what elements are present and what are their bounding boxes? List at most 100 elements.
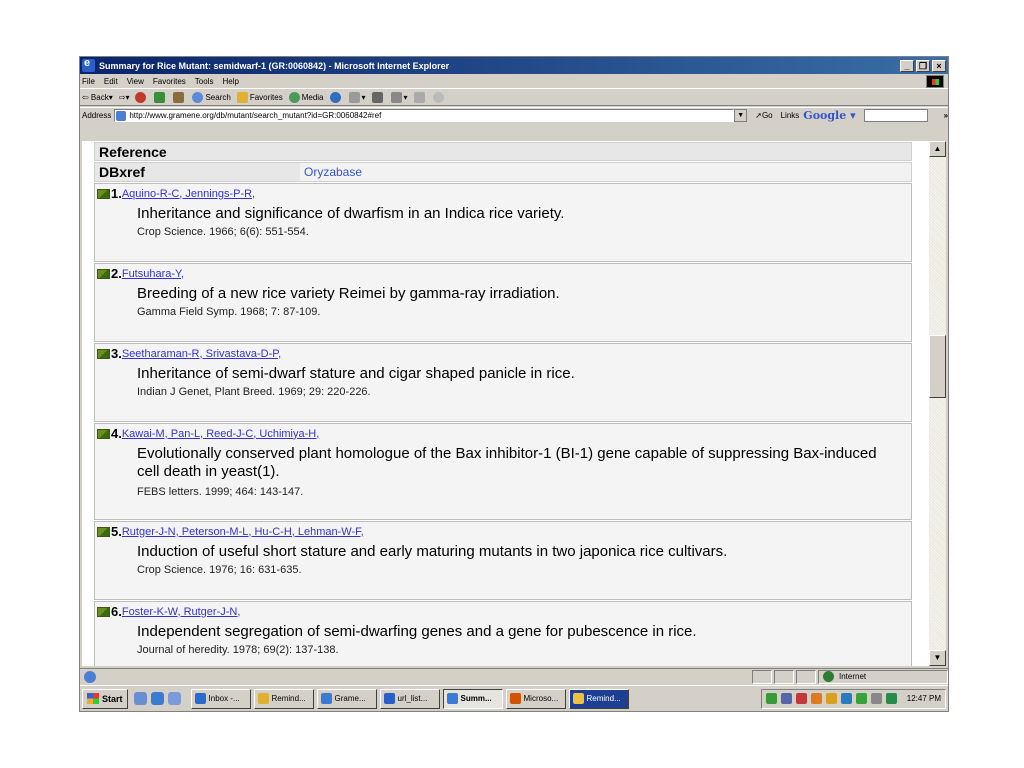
tray-security-icon[interactable] (795, 693, 807, 704)
entry-authors-link[interactable]: Foster-K-W, Rutger-J-N, (122, 606, 241, 618)
reference-entry: 3. Seetharaman-R, Srivastava-D-P, Inheri… (94, 343, 912, 422)
entry-citation: Crop Science. 1966; 6(6): 551-554. (137, 226, 309, 238)
clock[interactable]: 12:47 PM (907, 694, 941, 703)
history-button[interactable] (329, 92, 343, 103)
title-bar[interactable]: Summary for Rice Mutant: semidwarf-1 (GR… (80, 57, 948, 74)
print-icon (371, 92, 383, 103)
outlook-icon (194, 693, 206, 704)
internet-globe-icon (823, 671, 834, 682)
reference-leaf-icon (97, 348, 110, 359)
entry-citation: Indian J Genet, Plant Breed. 1969; 29: 2… (137, 386, 371, 398)
task-microsoft[interactable]: Microso... (505, 688, 566, 709)
entry-title: Independent segregation of semi-dwarfing… (137, 623, 697, 640)
task-label: Inbox -... (208, 694, 240, 703)
search-button[interactable]: Search (192, 92, 231, 103)
messenger-icon (432, 92, 444, 103)
discuss-button[interactable] (413, 92, 427, 103)
address-input[interactable]: http://www.gramene.org/db/mutant/search_… (114, 109, 735, 122)
task-url-list[interactable]: url_list... (379, 688, 440, 709)
go-button[interactable]: ➚Go (755, 111, 772, 120)
menu-help[interactable]: Help (222, 77, 238, 86)
entry-title: Inheritance and significance of dwarfism… (137, 205, 565, 222)
tray-app-icon[interactable] (765, 693, 777, 704)
back-button[interactable]: ⇦ Back ▾ (82, 93, 113, 102)
entry-authors-link[interactable]: Aquino-R-C, Jennings-P-R, (122, 188, 255, 200)
tray-signal-icon[interactable] (855, 693, 867, 704)
menu-tools[interactable]: Tools (195, 77, 214, 86)
address-dropdown-button[interactable]: ▼ (734, 109, 748, 122)
scroll-thumb[interactable] (929, 335, 946, 398)
links-button[interactable]: Links (781, 111, 800, 120)
word-icon (383, 693, 395, 704)
status-bar: Internet (80, 668, 948, 684)
tray-volume-icon[interactable] (870, 693, 882, 704)
address-label: Address (82, 111, 112, 120)
close-button[interactable]: × (932, 59, 946, 72)
ie-quicklaunch-icon[interactable] (150, 692, 164, 705)
tray-update-icon[interactable] (810, 693, 822, 704)
reference-leaf-icon (97, 268, 110, 279)
menu-edit[interactable]: Edit (104, 77, 118, 86)
entry-title: Induction of useful short stature and ea… (137, 543, 728, 560)
reference-leaf-icon (97, 606, 110, 617)
security-zone: Internet (818, 669, 948, 684)
tray-sync-icon[interactable] (885, 693, 897, 704)
stop-icon (135, 92, 147, 103)
show-desktop-icon[interactable] (133, 692, 147, 705)
entry-number: 3. (111, 346, 122, 361)
reference-leaf-icon (97, 526, 110, 537)
history-icon (329, 92, 341, 103)
tray-antivirus-icon[interactable] (825, 693, 837, 704)
forward-label: ⇨ (118, 93, 126, 102)
vertical-scrollbar[interactable]: ▲ ▼ (929, 141, 946, 666)
discuss-icon (413, 92, 425, 103)
task-label: Microso... (523, 694, 559, 703)
refresh-icon (154, 92, 166, 103)
scroll-up-button[interactable]: ▲ (929, 141, 946, 157)
media-button[interactable]: Media (288, 92, 324, 103)
refresh-button[interactable] (154, 92, 167, 103)
task-inbox[interactable]: Inbox -... (190, 688, 251, 709)
entry-citation: Journal of heredity. 1978; 69(2): 137-13… (137, 644, 339, 656)
entry-authors-link[interactable]: Rutger-J-N, Peterson-M-L, Hu-C-H, Lehman… (122, 526, 364, 538)
home-button[interactable] (173, 92, 186, 103)
task-summary[interactable]: Summ... (442, 688, 503, 709)
google-search-input[interactable] (863, 109, 928, 122)
task-remind-1[interactable]: Remind... (253, 688, 314, 709)
tray-network-icon[interactable] (780, 693, 792, 704)
restore-button[interactable]: ❐ (916, 59, 930, 72)
task-gramene[interactable]: Grame... (316, 688, 377, 709)
entry-head: 1. Aquino-R-C, Jennings-P-R, (97, 186, 255, 201)
toolbar-overflow-chevron[interactable]: » (944, 111, 948, 120)
entry-authors-link[interactable]: Seetharaman-R, Srivastava-D-P, (122, 348, 281, 360)
start-button[interactable]: Start (82, 688, 128, 709)
minimize-button[interactable]: _ (900, 59, 914, 72)
address-url: http://www.gramene.org/db/mutant/search_… (129, 111, 382, 120)
entry-authors-link[interactable]: Futsuhara-Y, (122, 268, 184, 280)
edit-icon (390, 92, 402, 103)
forward-button[interactable]: ⇨ ▾ (119, 93, 130, 102)
entry-number: 1. (111, 186, 122, 201)
messenger-button[interactable] (432, 92, 446, 103)
reference-leaf-icon (97, 428, 110, 439)
menu-view[interactable]: View (127, 77, 144, 86)
menu-favorites[interactable]: Favorites (153, 77, 186, 86)
task-label: Remind... (586, 694, 621, 703)
favorites-button[interactable]: Favorites (236, 92, 283, 103)
print-button[interactable] (371, 92, 385, 103)
google-toolbar-logo[interactable]: Google ▾ (803, 109, 855, 122)
reminder-bell-icon (572, 693, 584, 704)
stop-button[interactable] (135, 92, 148, 103)
menu-file[interactable]: File (82, 77, 95, 86)
scroll-down-button[interactable]: ▼ (929, 650, 946, 666)
messenger-quicklaunch-icon[interactable] (167, 692, 181, 705)
task-remind-2[interactable]: Remind... (568, 688, 629, 709)
quick-launch (133, 692, 185, 705)
entry-authors-link[interactable]: Kawai-M, Pan-L, Reed-J-C, Uchimiya-H, (122, 428, 319, 440)
mail-button[interactable]: ▾ (348, 92, 366, 103)
page-content: Reference DBxref Oryzabase 1. Aquino-R-C… (82, 141, 929, 666)
dbxref-value[interactable]: Oryzabase (300, 163, 911, 181)
edit-button[interactable]: ▾ (390, 92, 408, 103)
status-cell (752, 669, 772, 684)
tray-shield-icon[interactable] (840, 693, 852, 704)
